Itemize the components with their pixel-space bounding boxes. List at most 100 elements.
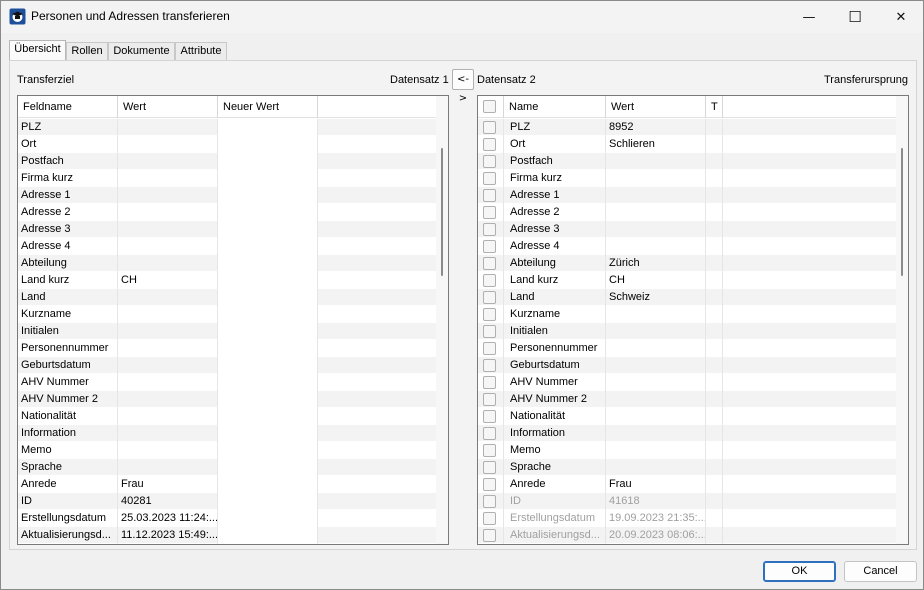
row-checkbox[interactable] — [483, 393, 496, 406]
new-value-cell[interactable] — [218, 119, 318, 136]
header-field-name[interactable]: Feldname — [18, 96, 118, 118]
row-checkbox[interactable] — [483, 308, 496, 321]
select-cell[interactable] — [478, 323, 504, 340]
ok-button[interactable]: OK — [763, 561, 836, 582]
table-row[interactable]: AHV Nummer — [478, 374, 898, 391]
row-checkbox[interactable] — [483, 240, 496, 253]
select-cell[interactable] — [478, 493, 504, 510]
table-row[interactable]: Initialen — [478, 323, 898, 340]
select-cell[interactable] — [478, 425, 504, 442]
maximize-button[interactable]: ☐ — [832, 1, 878, 33]
scrollbar-thumb[interactable] — [901, 148, 903, 276]
new-value-cell[interactable] — [218, 340, 318, 357]
table-row[interactable]: Erstellungsdatum 25.03.2023 11:24:... — [18, 510, 438, 527]
select-cell[interactable] — [478, 306, 504, 323]
table-row[interactable]: Aktualisierungsd... 11.12.2023 15:49:... — [18, 527, 438, 544]
select-cell[interactable] — [478, 289, 504, 306]
table-row[interactable]: Adresse 4 — [18, 238, 438, 255]
row-checkbox[interactable] — [483, 427, 496, 440]
row-checkbox[interactable] — [483, 155, 496, 168]
header-value[interactable]: Wert — [118, 96, 218, 118]
tab-documents[interactable]: Dokumente — [108, 42, 175, 61]
new-value-cell[interactable] — [218, 493, 318, 510]
swap-records-button[interactable]: <-> — [452, 69, 474, 104]
new-value-cell[interactable] — [218, 459, 318, 476]
source-fields-grid[interactable]: Name Wert T PLZ 8952 Ort Schlieren Postfach F… — [477, 95, 909, 545]
row-checkbox[interactable] — [483, 325, 496, 338]
row-checkbox[interactable] — [483, 223, 496, 236]
select-cell[interactable] — [478, 476, 504, 493]
new-value-cell[interactable] — [218, 272, 318, 289]
table-row[interactable]: Geburtsdatum — [478, 357, 898, 374]
table-row[interactable]: ID 41618 — [478, 493, 898, 510]
table-row[interactable]: AHV Nummer 2 — [478, 391, 898, 408]
table-row[interactable]: Personennummer — [478, 340, 898, 357]
select-cell[interactable] — [478, 442, 504, 459]
table-row[interactable]: Sprache — [478, 459, 898, 476]
row-checkbox[interactable] — [483, 512, 496, 525]
row-checkbox[interactable] — [483, 478, 496, 491]
table-row[interactable]: Nationalität — [18, 408, 438, 425]
table-row[interactable]: AHV Nummer — [18, 374, 438, 391]
vertical-scrollbar[interactable] — [896, 96, 908, 544]
new-value-cell[interactable] — [218, 221, 318, 238]
row-checkbox[interactable] — [483, 189, 496, 202]
select-cell[interactable] — [478, 187, 504, 204]
vertical-scrollbar[interactable] — [436, 96, 448, 544]
table-row[interactable]: PLZ 8952 — [478, 119, 898, 136]
select-cell[interactable] — [478, 357, 504, 374]
row-checkbox[interactable] — [483, 274, 496, 287]
table-row[interactable]: Erstellungsdatum 19.09.2023 21:35:... — [478, 510, 898, 527]
tab-roles[interactable]: Rollen — [66, 42, 108, 61]
title-bar[interactable]: Personen und Adressen transferieren — ☐ … — [1, 1, 923, 33]
select-cell[interactable] — [478, 170, 504, 187]
new-value-cell[interactable] — [218, 510, 318, 527]
table-row[interactable]: Aktualisierungsd... 20.09.2023 08:06:... — [478, 527, 898, 544]
select-cell[interactable] — [478, 340, 504, 357]
table-row[interactable]: Firma kurz — [18, 170, 438, 187]
minimize-button[interactable]: — — [786, 1, 832, 33]
new-value-cell[interactable] — [218, 442, 318, 459]
new-value-cell[interactable] — [218, 425, 318, 442]
cancel-button[interactable]: Cancel — [844, 561, 917, 582]
row-checkbox[interactable] — [483, 342, 496, 355]
new-value-cell[interactable] — [218, 136, 318, 153]
header-new-value[interactable]: Neuer Wert — [218, 96, 318, 118]
table-row[interactable]: Land — [18, 289, 438, 306]
select-cell[interactable] — [478, 238, 504, 255]
table-row[interactable]: Geburtsdatum — [18, 357, 438, 374]
tab-attributes[interactable]: Attribute — [175, 42, 227, 61]
row-checkbox[interactable] — [483, 138, 496, 151]
table-row[interactable]: Ort Schlieren — [478, 136, 898, 153]
select-cell[interactable] — [478, 527, 504, 544]
table-row[interactable]: Initialen — [18, 323, 438, 340]
new-value-cell[interactable] — [218, 238, 318, 255]
select-cell[interactable] — [478, 255, 504, 272]
header-value[interactable]: Wert — [606, 96, 706, 118]
row-checkbox[interactable] — [483, 529, 496, 542]
new-value-cell[interactable] — [218, 204, 318, 221]
select-cell[interactable] — [478, 374, 504, 391]
table-row[interactable]: AHV Nummer 2 — [18, 391, 438, 408]
table-row[interactable]: Adresse 4 — [478, 238, 898, 255]
table-row[interactable]: ID 40281 — [18, 493, 438, 510]
close-button[interactable]: ✕ — [878, 1, 924, 33]
row-checkbox[interactable] — [483, 495, 496, 508]
new-value-cell[interactable] — [218, 306, 318, 323]
table-row[interactable]: Land kurz CH — [18, 272, 438, 289]
table-row[interactable]: Postfach — [18, 153, 438, 170]
new-value-cell[interactable] — [218, 153, 318, 170]
select-cell[interactable] — [478, 459, 504, 476]
table-row[interactable]: Sprache — [18, 459, 438, 476]
select-cell[interactable] — [478, 136, 504, 153]
table-row[interactable]: Adresse 1 — [18, 187, 438, 204]
target-fields-grid[interactable]: Feldname Wert Neuer Wert PLZ Ort Postfach F… — [17, 95, 449, 545]
new-value-cell[interactable] — [218, 170, 318, 187]
header-name[interactable]: Name — [504, 96, 606, 118]
table-row[interactable]: Kurzname — [18, 306, 438, 323]
table-row[interactable]: Information — [18, 425, 438, 442]
select-cell[interactable] — [478, 391, 504, 408]
select-cell[interactable] — [478, 204, 504, 221]
new-value-cell[interactable] — [218, 408, 318, 425]
row-checkbox[interactable] — [483, 206, 496, 219]
